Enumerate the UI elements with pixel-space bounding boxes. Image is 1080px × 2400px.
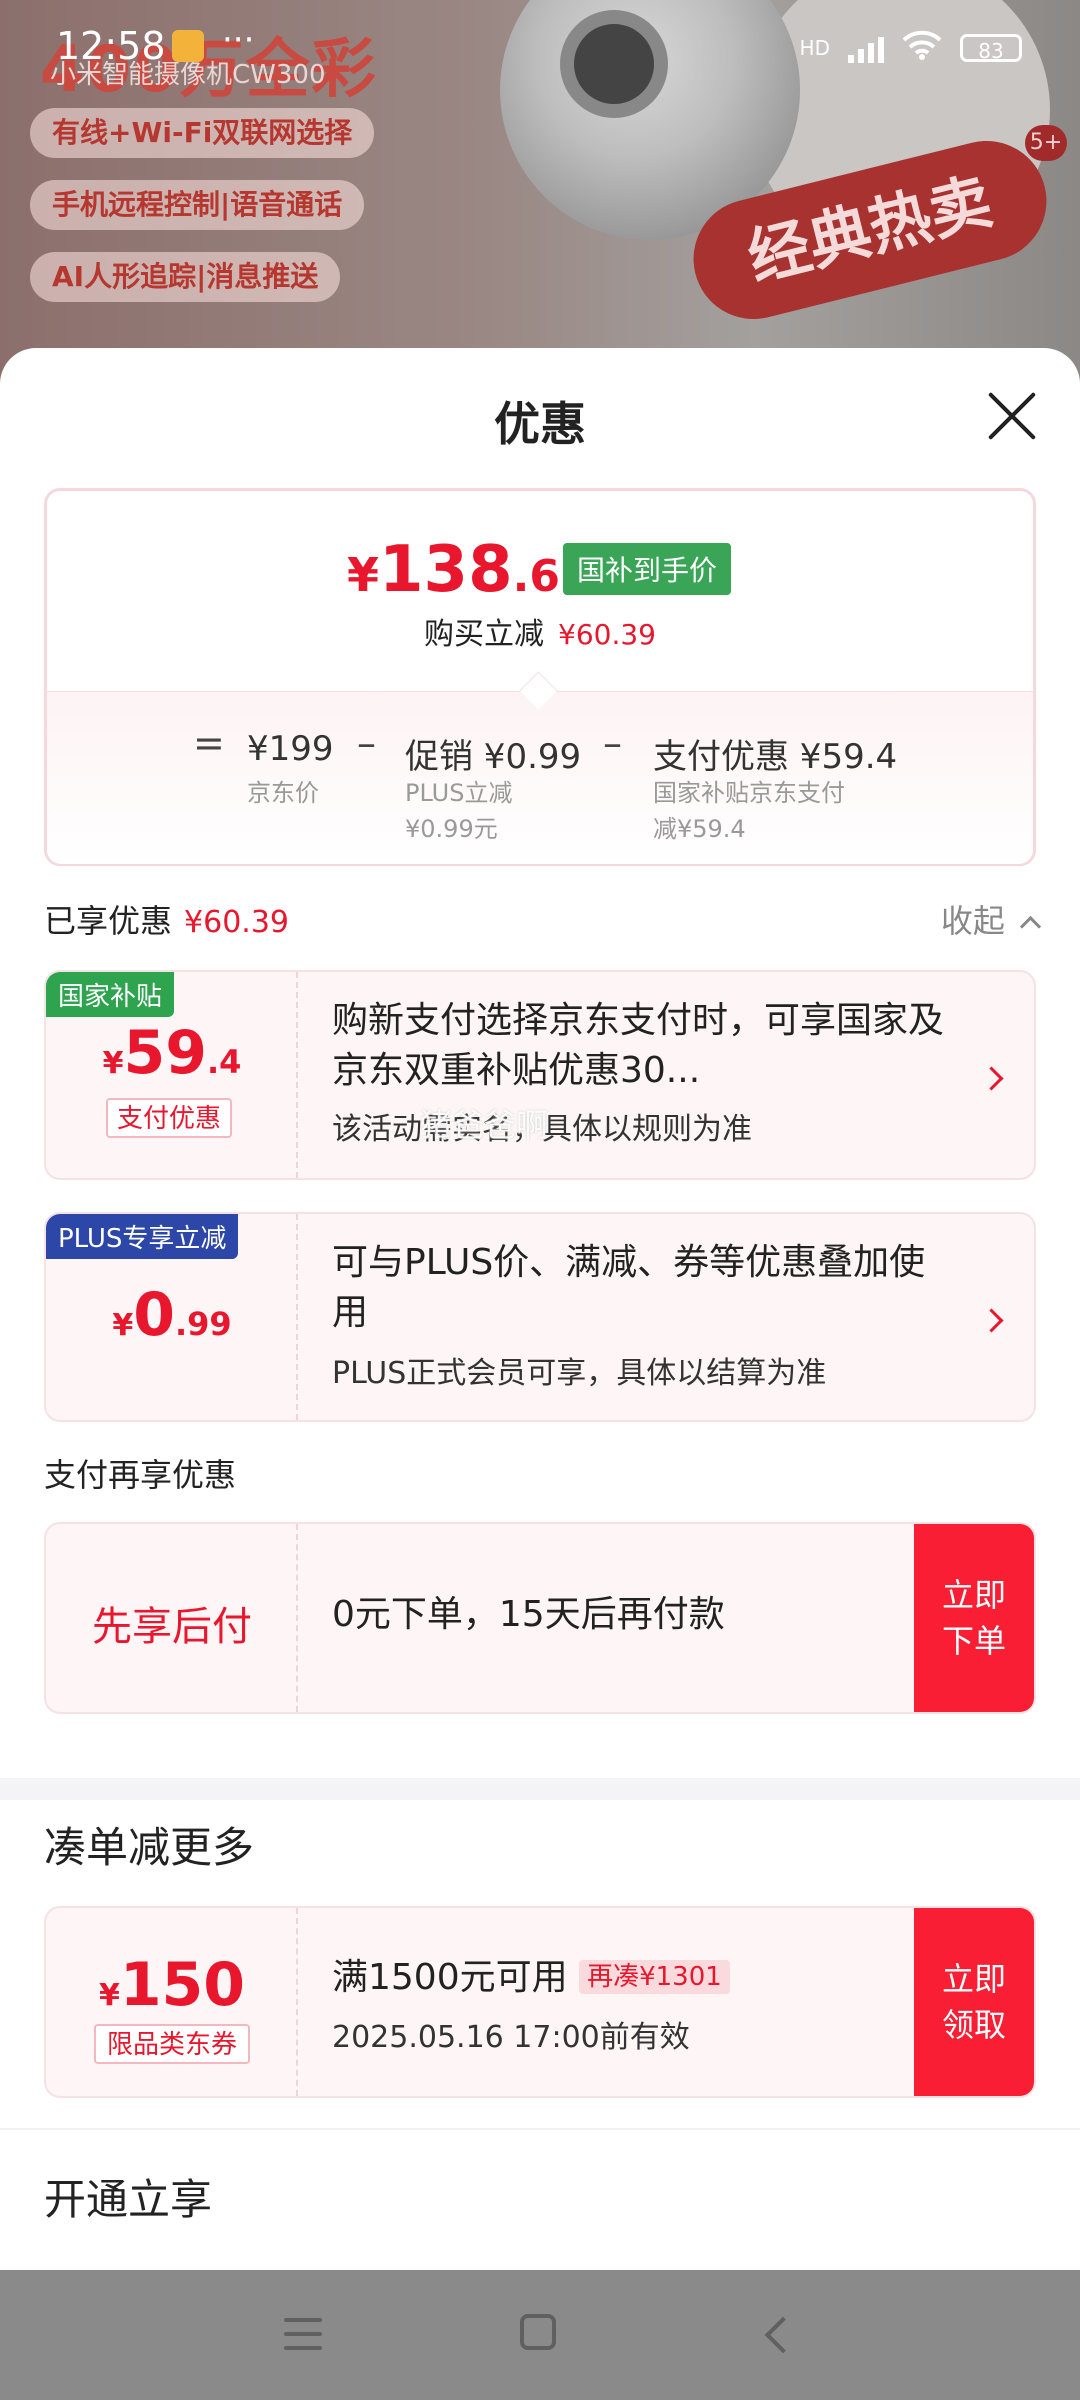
more-needed-tag: 再凑¥1301 (579, 1960, 730, 1994)
promo-tag: 有线+Wi-Fi双联网选择 (30, 108, 375, 158)
promo-sub: PLUS立减 (405, 779, 513, 807)
sheet-title: 优惠 (494, 397, 586, 451)
offer-amount: ¥59.4 (102, 1018, 242, 1088)
jd-coupon: ¥150 限品类东券 满1500元可用 再凑¥1301 2025.05.16 1… (44, 1906, 1036, 2098)
more-notifications-icon: ··· (222, 20, 255, 60)
coupon-condition: 满1500元可用 再凑¥1301 (332, 1952, 952, 2003)
system-nav-bar (0, 2270, 1080, 2400)
notification-app-icon (172, 30, 204, 62)
signal-icon (848, 33, 884, 63)
enjoyed-discount: 已享优惠 ¥60.39 (44, 902, 289, 940)
recent-apps-icon[interactable] (284, 2318, 322, 2360)
wifi-icon (902, 30, 942, 65)
jd-price-label: 京东价 (247, 779, 319, 807)
discount-sheet: 优惠 ¥138.61 国补到手价 购买立减 ¥60.39 = ¥199 京东价 –… (0, 348, 1080, 2270)
chevron-up-icon (1019, 915, 1042, 938)
status-bar: 12:58 ··· HD 83 (0, 0, 1080, 100)
image-count-badge: 5+ (1025, 125, 1067, 161)
national-subsidy-price-badge: 国补到手价 (563, 543, 732, 595)
equals-sign: = (193, 721, 225, 765)
coupon-validity: 2025.05.16 17:00前有效 (332, 2020, 690, 2055)
offer-amount: ¥0.99 (112, 1280, 232, 1350)
pay-more-label: 支付再享优惠 (44, 1456, 237, 1494)
close-icon[interactable] (986, 390, 1038, 442)
combo-section-title: 凑单减更多 (44, 1823, 255, 1872)
jd-price: ¥199 (247, 729, 334, 769)
offer-description: 可与PLUS价、满减、券等优惠叠加使用 (332, 1242, 926, 1333)
section-divider (0, 2128, 1080, 2130)
open-section-title: 开通立享 (44, 2175, 213, 2224)
price-summary-card: ¥138.61 国补到手价 购买立减 ¥60.39 = ¥199 京东价 – 促销… (44, 488, 1036, 866)
plus-ribbon: PLUS专享立减 (46, 1214, 239, 1259)
battery-icon: 83 (960, 33, 1022, 63)
pay-discount-sub: 国家补贴京东支付 (653, 779, 845, 807)
order-now-button[interactable]: 立即下单 (914, 1524, 1034, 1712)
minus-sign: – (603, 721, 622, 765)
promo-amount: 促销 ¥0.99 (405, 737, 582, 777)
pay-discount: 支付优惠 ¥59.4 (653, 737, 898, 777)
offer-description: 购新支付选择京东支付时，可享国家及京东双重补贴优惠30... (332, 1000, 945, 1091)
promo-sub: ¥0.99元 (405, 815, 498, 843)
offer-note: PLUS正式会员可享，具体以结算为准 (332, 1356, 827, 1391)
chevron-right-icon (979, 1066, 1004, 1091)
coupon-amount: ¥150 (98, 1950, 246, 2020)
promo-tag: AI人形追踪|消息推送 (30, 252, 341, 302)
pay-later-offer: 先享后付 0元下单，15天后再付款 立即下单 (44, 1522, 1036, 1714)
plus-offer[interactable]: PLUS专享立减 ¥0.99 可与PLUS价、满减、券等优惠叠加使用 PLUS正… (44, 1212, 1036, 1422)
final-price: ¥138.61 (347, 533, 591, 607)
pay-discount-tag: 支付优惠 (106, 1098, 232, 1138)
claim-now-button[interactable]: 立即领取 (914, 1908, 1034, 2096)
pay-discount-sub: 减¥59.4 (653, 815, 746, 843)
chevron-right-icon (979, 1308, 1004, 1333)
coupon-category-tag: 限品类东券 (94, 2024, 250, 2064)
minus-sign: – (357, 721, 376, 765)
home-icon[interactable] (520, 2314, 556, 2350)
watermark: 猪爸爸啊 (420, 1106, 549, 1144)
subsidy-ribbon: 国家补贴 (46, 972, 175, 1017)
promo-tag: 手机远程控制|语音通话 (30, 180, 365, 230)
hd-label: HD (799, 35, 830, 60)
section-divider (0, 1778, 1080, 1800)
collapse-button[interactable]: 收起 (941, 896, 1042, 942)
back-icon[interactable] (764, 2316, 802, 2354)
pay-later-desc: 0元下单，15天后再付款 (332, 1594, 725, 1635)
buy-discount-line: 购买立减 ¥60.39 (424, 617, 656, 652)
pay-later-title: 先享后付 (92, 1604, 252, 1650)
status-time: 12:58 (56, 24, 166, 68)
national-subsidy-offer[interactable]: 国家补贴 ¥59.4 支付优惠 购新支付选择京东支付时，可享国家及京东双重补贴优… (44, 970, 1036, 1180)
